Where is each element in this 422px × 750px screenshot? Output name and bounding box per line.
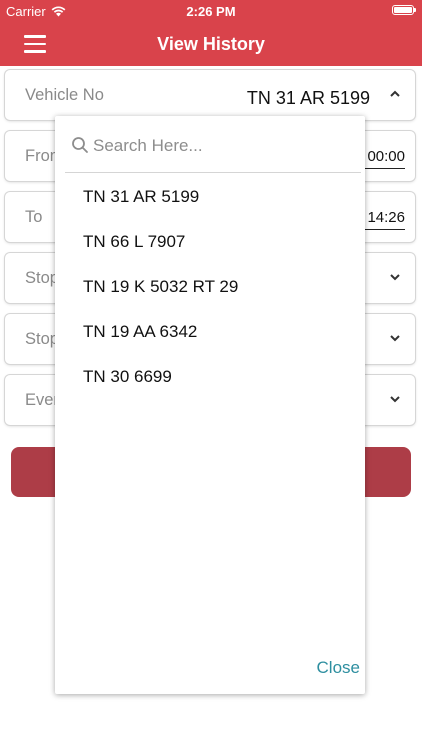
- list-item[interactable]: TN 30 6699: [55, 354, 365, 399]
- list-item[interactable]: TN 66 L 7907: [55, 219, 365, 264]
- status-right: [392, 5, 416, 15]
- page-title: View History: [157, 34, 265, 54]
- search-icon: [72, 137, 88, 153]
- vehicle-options: TN 31 AR 5199 TN 66 L 7907 TN 19 K 5032 …: [55, 174, 365, 399]
- nav-bar: View History: [0, 22, 422, 66]
- vehicle-value: TN 31 AR 5199: [246, 88, 370, 108]
- search-bar: [65, 128, 361, 173]
- chevron-up-icon: [390, 90, 400, 97]
- close-button[interactable]: Close: [317, 658, 360, 678]
- status-time: 2:26 PM: [186, 4, 236, 19]
- list-item[interactable]: TN 19 AA 6342: [55, 309, 365, 354]
- chevron-down-icon: [390, 396, 400, 403]
- from-time-input[interactable]: 00:00: [365, 148, 405, 169]
- stop-label-2: Stop: [25, 330, 59, 348]
- vehicle-label: Vehicle No: [25, 86, 104, 104]
- battery-icon: [392, 5, 416, 15]
- stop-label-1: Stop: [25, 269, 59, 287]
- list-item[interactable]: TN 31 AR 5199: [55, 174, 365, 219]
- vehicle-dropdown: TN 31 AR 5199 TN 66 L 7907 TN 19 K 5032 …: [55, 116, 365, 694]
- search-input[interactable]: [93, 133, 353, 159]
- list-item[interactable]: TN 19 K 5032 RT 29: [55, 264, 365, 309]
- to-time-input[interactable]: 14:26: [365, 209, 405, 230]
- status-bar: Carrier 2:26 PM: [0, 0, 422, 22]
- vehicle-select[interactable]: Vehicle No TN 31 AR 5199: [5, 70, 415, 120]
- to-label: To: [25, 208, 43, 226]
- chevron-down-icon: [390, 335, 400, 342]
- chevron-down-icon: [390, 274, 400, 281]
